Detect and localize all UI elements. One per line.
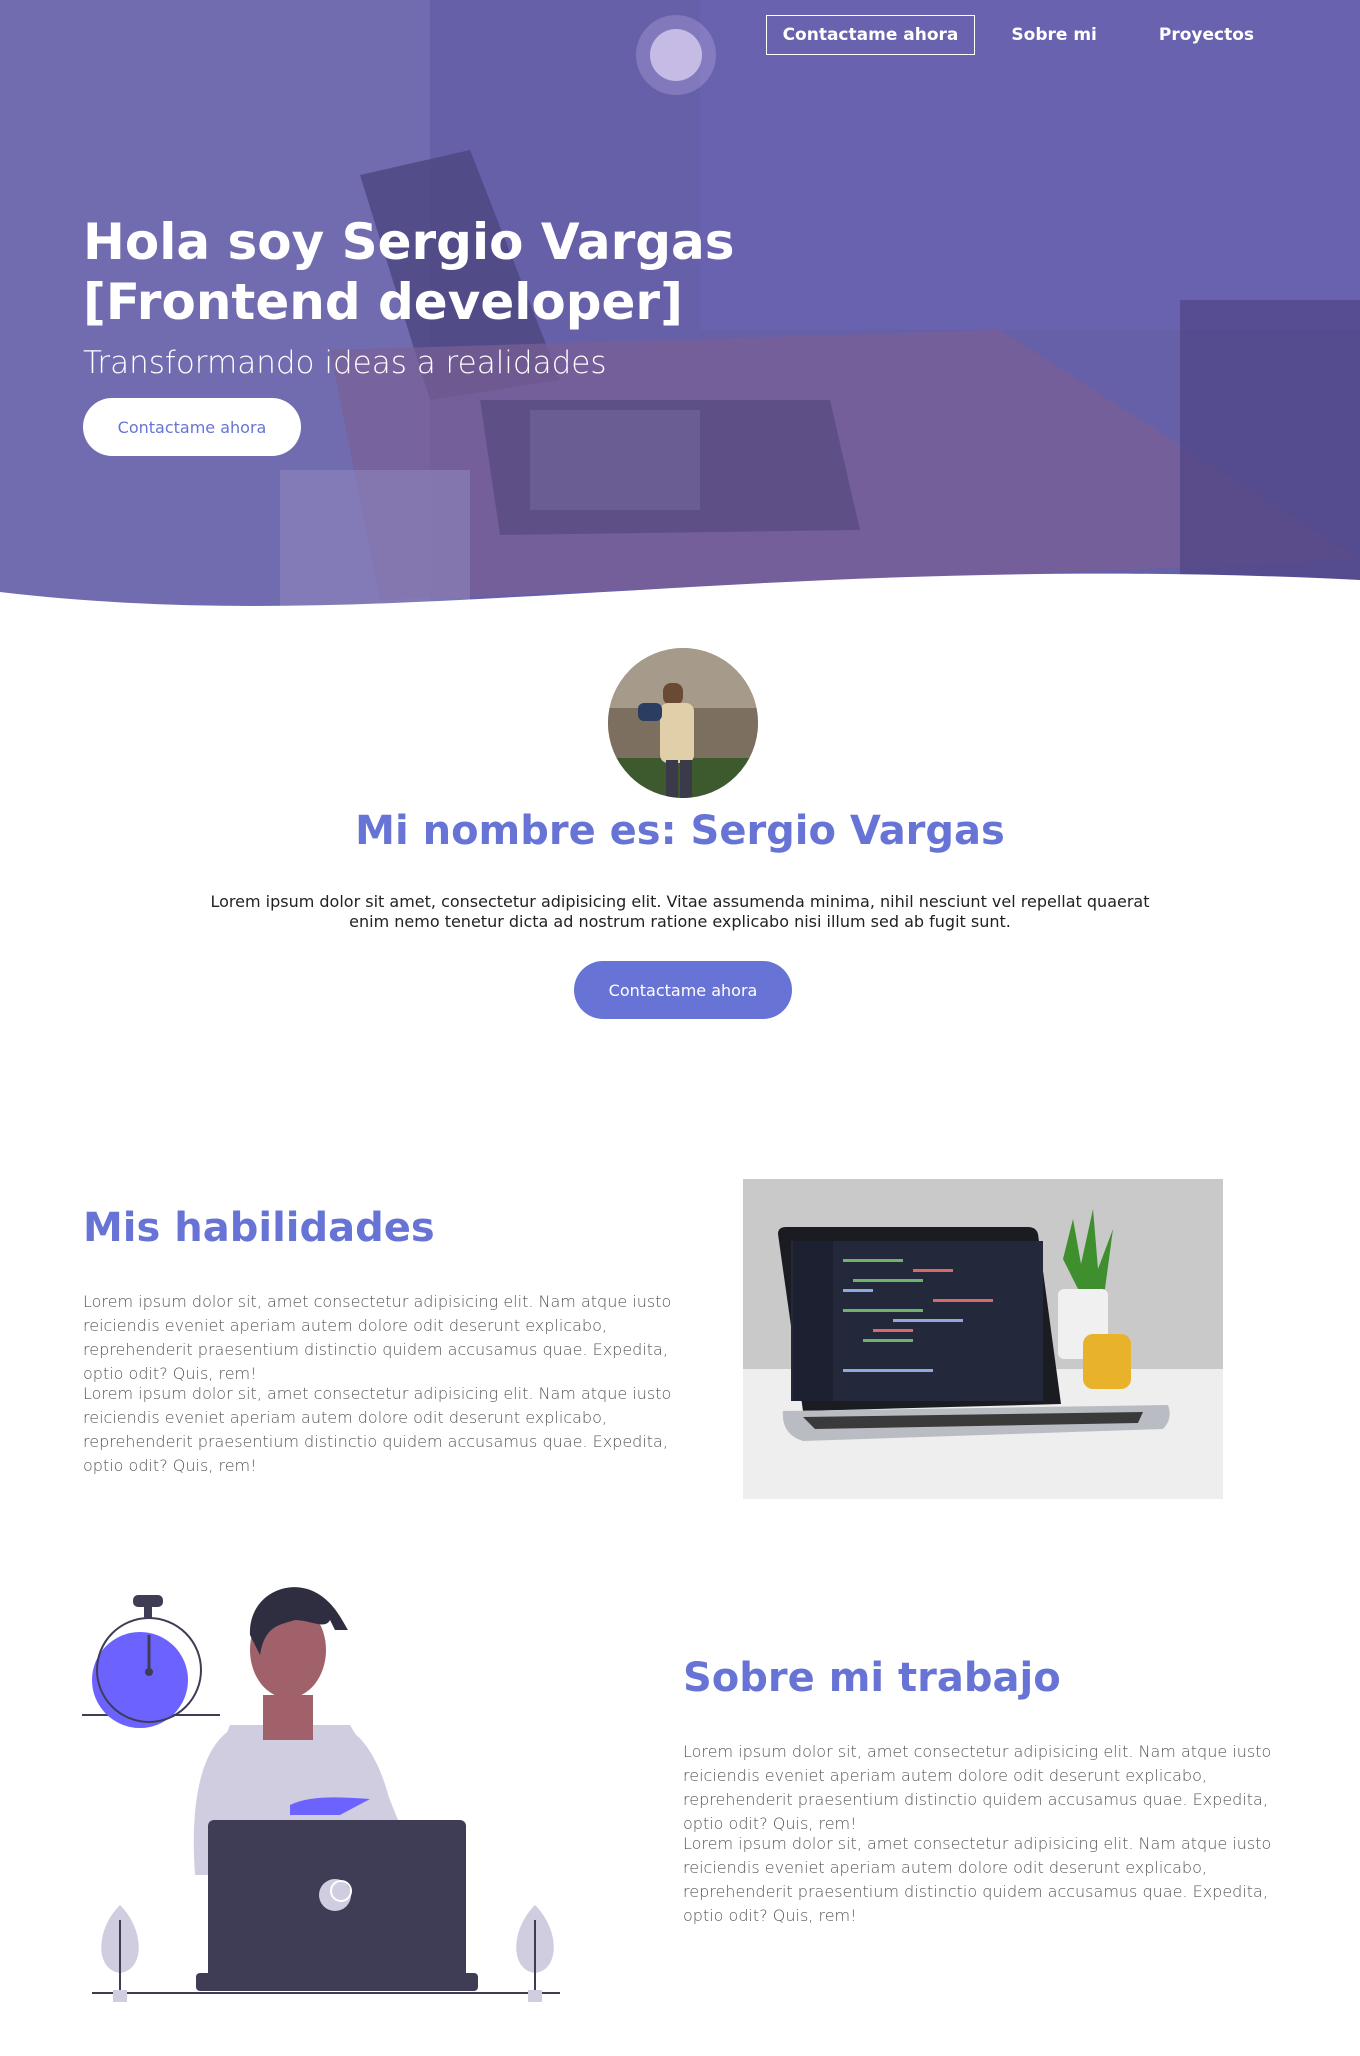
nav-projects-link[interactable]: Proyectos (1133, 15, 1280, 55)
work-title: Sobre mi trabajo (683, 1655, 1061, 1701)
nav-contact-link[interactable]: Contactame ahora (765, 15, 976, 55)
top-nav: Contactame ahora Sobre mi Proyectos (765, 15, 1280, 55)
developer-illustration (80, 1575, 580, 2005)
work-paragraph: Lorem ipsum dolor sit, amet consectetur … (683, 1834, 1272, 1925)
profile-contact-button[interactable]: Contactame ahora (574, 961, 792, 1019)
hero-section: Contactame ahora Sobre mi Proyectos Hola… (0, 0, 1360, 610)
work-paragraph: Lorem ipsum dolor sit, amet consectetur … (683, 1742, 1272, 1833)
skills-paragraph: Lorem ipsum dolor sit, amet consectetur … (83, 1384, 672, 1475)
hero-wave-divider (0, 573, 1360, 610)
hero-title: Hola soy Sergio Vargas [Frontend develop… (83, 213, 735, 331)
laptop-photo (743, 1179, 1223, 1499)
nav-about-link[interactable]: Sobre mi (985, 15, 1122, 55)
skills-paragraph: Lorem ipsum dolor sit, amet consectetur … (83, 1292, 672, 1383)
skills-title: Mis habilidades (83, 1205, 435, 1251)
profile-name-title: Mi nombre es: Sergio Vargas (355, 808, 1005, 854)
profile-avatar (608, 648, 758, 798)
hero-contact-button[interactable]: Contactame ahora (83, 398, 301, 456)
profile-intro-text: Lorem ipsum dolor sit amet, consectetur … (210, 892, 1150, 931)
hero-subtitle: Transformando ideas a realidades (83, 345, 607, 381)
